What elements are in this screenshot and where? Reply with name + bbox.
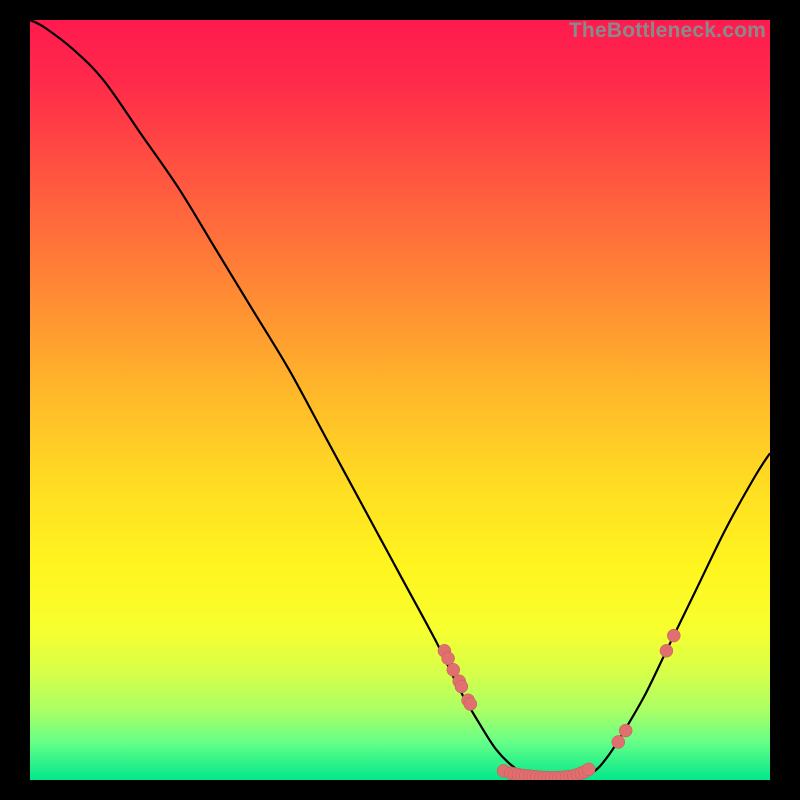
data-marker [442, 652, 455, 665]
data-marker [582, 763, 595, 776]
chart-svg [30, 20, 770, 780]
data-marker [619, 724, 632, 737]
data-marker [660, 644, 673, 657]
data-marker [464, 698, 477, 711]
data-marker [667, 629, 680, 642]
data-marker [455, 680, 468, 693]
chart-frame: TheBottleneck.com [30, 20, 770, 780]
watermark-text: TheBottleneck.com [569, 19, 766, 43]
plot-area [30, 20, 770, 780]
data-marker [612, 736, 625, 749]
data-marker [447, 663, 460, 676]
